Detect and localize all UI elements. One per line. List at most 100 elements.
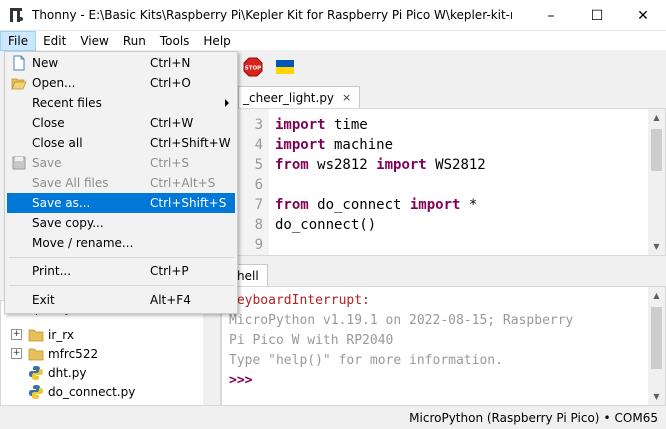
menu-label: Move / rename... — [32, 236, 134, 250]
expand-icon[interactable]: + — [11, 329, 22, 340]
scroll-thumb[interactable] — [651, 307, 662, 369]
line-number: 9 — [254, 237, 263, 253]
shell-tab[interactable]: hell — [236, 264, 268, 286]
shell-console[interactable]: KeyboardInterrupt: MicroPython v1.19.1 o… — [221, 286, 666, 406]
scroll-thumb[interactable] — [651, 129, 662, 171]
menu-tools[interactable]: Tools — [153, 31, 197, 51]
menu-shortcut: Ctrl+W — [150, 116, 194, 130]
shell-error: KeyboardInterrupt: — [229, 293, 370, 308]
svg-text:STOP: STOP — [245, 66, 261, 72]
file-menu-dropdown: New Ctrl+N Open... Ctrl+O Recent files C… — [4, 51, 238, 314]
menu-label: Save All files — [32, 176, 109, 190]
thonny-app-icon — [8, 7, 24, 23]
menu-label: Save as... — [32, 196, 91, 210]
file-name: dht.py — [48, 365, 87, 380]
menu-label: Recent files — [32, 96, 102, 110]
title-bar: Thonny - E:\Basic Kits\Raspberry Pi\Kepl… — [0, 0, 666, 31]
menu-shortcut: Ctrl+Alt+S — [150, 176, 216, 190]
files-scrollbar[interactable] — [203, 301, 220, 405]
menu-label: Save copy... — [32, 216, 104, 230]
menu-label: Close — [32, 116, 65, 130]
scroll-down-icon[interactable]: ▼ — [648, 388, 665, 405]
interpreter-status[interactable]: MicroPython (Raspberry Pi Pico) — [409, 411, 599, 425]
save-icon — [12, 156, 26, 170]
menu-label: Print... — [32, 264, 72, 278]
menu-file[interactable]: File — [0, 30, 37, 51]
file-name: ir_rx — [48, 327, 74, 342]
submenu-arrow-icon — [225, 99, 229, 107]
python-file-icon — [29, 384, 43, 399]
menu-shortcut: Ctrl+O — [150, 76, 191, 90]
menu-shortcut: Ctrl+Shift+S — [150, 196, 227, 210]
file-tree-item[interactable]: do_connect.py — [11, 382, 135, 401]
menu-shortcut: Ctrl+S — [150, 156, 190, 170]
editor-tab-label: _cheer_light.py — [243, 90, 335, 105]
file-name: do_connect.py — [48, 384, 136, 399]
tab-close-icon[interactable]: × — [342, 91, 351, 104]
menu-save-as[interactable]: Save as... Ctrl+Shift+S — [7, 193, 235, 213]
menu-view[interactable]: View — [73, 31, 115, 51]
scroll-up-icon[interactable]: ▲ — [648, 109, 665, 126]
expand-icon[interactable]: + — [11, 348, 22, 359]
menu-save-copy[interactable]: Save copy... — [7, 213, 235, 233]
menu-label: Save — [32, 156, 62, 170]
menu-close-all[interactable]: Close all Ctrl+Shift+W — [7, 133, 235, 153]
scroll-down-icon[interactable]: ▼ — [648, 238, 665, 255]
menu-save-all[interactable]: Save All files Ctrl+Alt+S — [7, 173, 235, 193]
line-number: 5 — [254, 157, 263, 173]
close-window-button[interactable]: ✕ — [620, 0, 666, 31]
editor-scrollbar[interactable]: ▲ ▼ — [648, 109, 665, 255]
menu-print[interactable]: Print... Ctrl+P — [7, 261, 235, 281]
ukraine-flag-icon[interactable] — [276, 59, 294, 75]
file-tree-item[interactable]: + ir_rx — [11, 325, 74, 344]
menu-separator — [9, 285, 234, 286]
menu-shortcut: Ctrl+N — [150, 56, 191, 70]
code-content: import time import machine from ws2812 i… — [275, 117, 486, 233]
code-editor[interactable]: 3 4 5 6 7 8 9 import time import machine… — [236, 108, 666, 256]
shell-scrollbar[interactable]: ▲ ▼ — [648, 287, 665, 405]
port-status[interactable]: COM65 — [615, 411, 658, 425]
menu-separator — [9, 257, 234, 258]
shell-prompt: >>> — [229, 373, 253, 388]
scroll-up-icon[interactable]: ▲ — [648, 287, 665, 304]
line-number: 3 — [254, 117, 263, 133]
menu-bar: File Edit View Run Tools Help — [0, 30, 666, 51]
menu-label: Close all — [32, 136, 83, 150]
file-tree-item[interactable]: + mfrc522 — [11, 344, 98, 363]
line-number: 7 — [254, 197, 263, 213]
file-tree-item[interactable]: dht.py — [11, 363, 86, 382]
menu-shortcut: Ctrl+P — [150, 264, 189, 278]
menu-label: New — [32, 56, 59, 70]
menu-open[interactable]: Open... Ctrl+O — [7, 73, 235, 93]
folder-icon — [28, 329, 44, 341]
menu-label: Exit — [32, 293, 55, 307]
files-panel: Raspberry Pi Pico + ir_rx + mfrc522 dht.… — [0, 300, 221, 406]
editor-tab[interactable]: _cheer_light.py × — [238, 86, 361, 108]
status-bar: MicroPython (Raspberry Pi Pico) • COM65 — [0, 406, 666, 429]
menu-help[interactable]: Help — [196, 31, 237, 51]
shell-line: MicroPython v1.19.1 on 2022-08-15; Raspb… — [229, 313, 574, 328]
maximize-button[interactable]: ☐ — [574, 0, 620, 31]
python-file-icon — [29, 365, 43, 380]
menu-save[interactable]: Save Ctrl+S — [7, 153, 235, 173]
menu-move-rename[interactable]: Move / rename... — [7, 233, 235, 253]
status-separator: • — [603, 410, 611, 425]
shell-output: KeyboardInterrupt: MicroPython v1.19.1 o… — [229, 291, 573, 391]
editor-tab-strip: _cheer_light.py × — [236, 84, 666, 108]
menu-edit[interactable]: Edit — [36, 31, 73, 51]
menu-exit[interactable]: Exit Alt+F4 — [7, 290, 235, 310]
open-folder-icon — [11, 78, 27, 90]
minimize-button[interactable]: – — [528, 0, 574, 31]
line-numbers: 3 4 5 6 7 8 9 — [243, 115, 263, 255]
folder-icon — [28, 348, 44, 360]
shell-line: Type "help()" for more information. — [229, 353, 503, 368]
menu-shortcut: Alt+F4 — [150, 293, 191, 307]
stop-icon[interactable]: STOP — [243, 57, 263, 77]
line-number: 4 — [254, 137, 263, 153]
menu-recent-files[interactable]: Recent files — [7, 93, 235, 113]
menu-close[interactable]: Close Ctrl+W — [7, 113, 235, 133]
line-number: 8 — [254, 217, 263, 233]
menu-new[interactable]: New Ctrl+N — [7, 53, 235, 73]
new-file-icon — [13, 55, 25, 71]
menu-run[interactable]: Run — [116, 31, 153, 51]
